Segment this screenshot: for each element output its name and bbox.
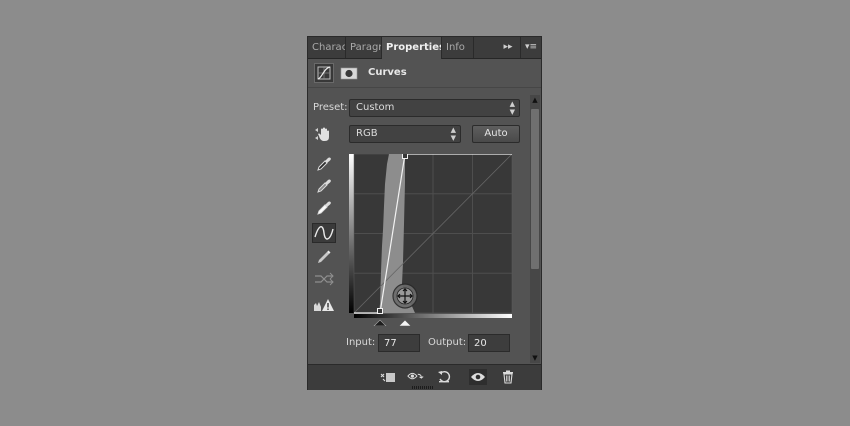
tab-info[interactable]: Info — [442, 37, 474, 58]
output-label: Output: — [428, 337, 467, 348]
target-adjust-hand-icon[interactable] — [312, 124, 336, 144]
output-gradient-bar — [349, 154, 354, 313]
pencil-draw-icon[interactable] — [312, 247, 336, 267]
adjustment-title: Curves — [368, 67, 407, 78]
output-value-field[interactable] — [468, 334, 510, 352]
auto-button[interactable]: Auto — [472, 125, 520, 143]
curve-point-white[interactable] — [402, 154, 408, 159]
panel-menu-icon[interactable]: ▾≡ — [520, 37, 541, 58]
black-input-slider[interactable] — [373, 319, 387, 326]
channel-value: RGB — [356, 128, 378, 139]
scroll-up-arrow-icon[interactable]: ▲ — [531, 96, 539, 104]
dropdown-arrows-icon: ▲ ▼ — [450, 126, 456, 142]
clipping-warning-icon[interactable] — [312, 295, 336, 315]
input-gradient-bar — [354, 314, 512, 318]
preset-label: Preset: — [313, 102, 348, 113]
panel-resize-grip[interactable] — [412, 386, 434, 389]
input-value-field[interactable] — [378, 334, 420, 352]
black-point-eyedropper-icon[interactable] — [312, 154, 336, 174]
scroll-down-arrow-icon[interactable]: ▼ — [531, 354, 539, 362]
curve-point-tool-icon[interactable] — [312, 223, 336, 243]
view-previous-state-icon[interactable] — [407, 369, 425, 385]
layer-mask-icon[interactable] — [339, 63, 359, 83]
panel-tab-bar: Charac Paragr Properties Info ▸▸ ▾≡ — [308, 37, 541, 59]
curve-point-black[interactable] — [377, 308, 383, 314]
clip-to-layer-icon[interactable] — [379, 369, 397, 385]
white-point-eyedropper-icon[interactable] — [312, 198, 336, 218]
dropdown-arrows-icon: ▲ ▼ — [509, 100, 515, 116]
input-label: Input: — [346, 337, 376, 348]
adjustment-header: Curves — [308, 59, 541, 88]
trash-icon[interactable] — [499, 369, 517, 385]
tab-paragraph[interactable]: Paragr — [346, 37, 382, 58]
preset-dropdown[interactable]: Custom ▲ ▼ — [349, 99, 520, 117]
more-tabs-icon[interactable]: ▸▸ — [500, 37, 516, 58]
curves-graph[interactable] — [349, 154, 513, 326]
preset-value: Custom — [356, 102, 395, 113]
tab-character[interactable]: Charac — [308, 37, 346, 58]
visibility-eye-icon[interactable] — [469, 369, 487, 385]
smooth-curve-icon[interactable] — [312, 269, 336, 289]
move-cursor-icon — [392, 283, 418, 309]
panel-footer — [308, 364, 541, 390]
white-input-slider[interactable] — [398, 319, 412, 326]
properties-panel: Charac Paragr Properties Info ▸▸ ▾≡ Curv… — [307, 36, 542, 390]
gray-point-eyedropper-icon[interactable] — [312, 176, 336, 196]
scrollbar-thumb[interactable] — [531, 109, 539, 269]
panel-scrollbar[interactable]: ▲ ▼ — [530, 95, 540, 363]
tab-properties[interactable]: Properties — [382, 37, 442, 59]
reset-icon[interactable] — [436, 369, 454, 385]
curves-adjustment-icon[interactable] — [314, 63, 334, 83]
channel-dropdown[interactable]: RGB ▲ ▼ — [349, 125, 461, 143]
